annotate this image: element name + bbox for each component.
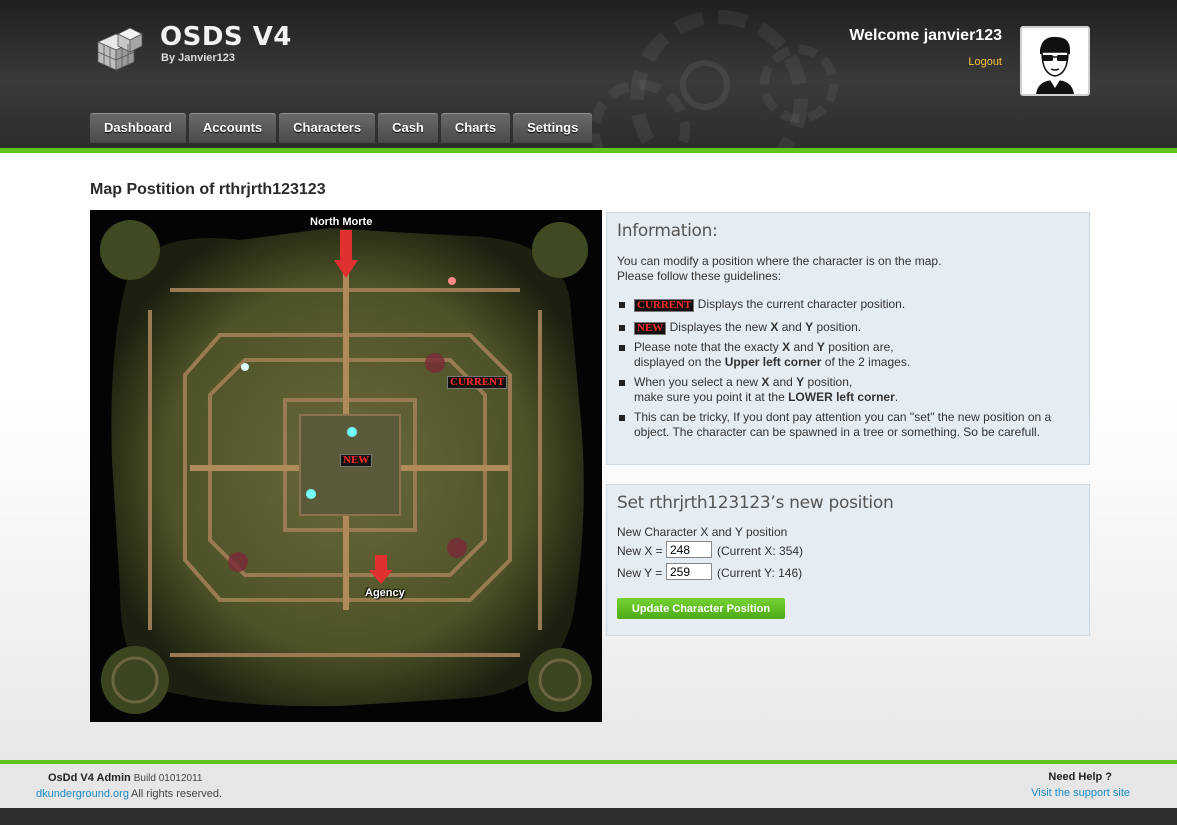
nav-settings[interactable]: Settings	[513, 113, 593, 143]
page-title: Map Postition of rthrjrth123123	[90, 181, 326, 198]
footer-site-link[interactable]: dkunderground.org	[36, 788, 129, 800]
main-nav: Dashboard Accounts Characters Cash Chart…	[90, 113, 593, 143]
guideline-text: Displays the current character position.	[697, 297, 906, 311]
logo-subtitle: By Janvier123	[161, 52, 235, 64]
x-label: X	[770, 320, 779, 334]
nav-dashboard[interactable]: Dashboard	[90, 113, 186, 143]
user-avatar-icon	[1036, 36, 1074, 94]
game-map[interactable]: North Morte Agency CURRENT NEW	[90, 210, 602, 722]
footer-app-name: OsDd V4 Admin	[48, 772, 131, 784]
nav-cash[interactable]: Cash	[378, 113, 438, 143]
set-position-subheading: New Character X and Y position	[617, 525, 788, 539]
map-current-marker: CURRENT	[447, 376, 508, 389]
footer-build: Build 01012011	[133, 773, 203, 784]
information-heading: Information:	[617, 221, 718, 241]
current-tag-sample: CURRENT	[634, 299, 695, 312]
guideline-text: make sure you point it at the	[634, 390, 785, 404]
guidelines-list: CURRENT Displays the current character p…	[619, 297, 1069, 445]
header: OSDS V4 By Janvier123 Welcome janvier123…	[0, 0, 1177, 148]
y-label: Y	[796, 375, 805, 389]
information-intro: You can modify a position where the char…	[617, 254, 941, 284]
logo-title: OSDS V4	[160, 22, 292, 52]
guideline-current: CURRENT Displays the current character p…	[619, 297, 1069, 312]
current-x-text: (Current X: 354)	[717, 544, 804, 558]
footer-bottom-bar	[0, 808, 1177, 825]
guideline-warning: This can be tricky, If you dont pay atte…	[619, 410, 1069, 440]
logout-link[interactable]: Logout	[968, 56, 1002, 68]
guideline-text: position are,	[828, 340, 894, 354]
map-new-marker: NEW	[340, 454, 373, 467]
footer-help-title: Need Help ?	[1048, 771, 1112, 783]
footer-app-info: OsDd V4 Admin Build 01012011	[48, 772, 202, 784]
intro-line-1: You can modify a position where the char…	[617, 254, 942, 268]
new-y-label: New Y =	[617, 566, 663, 580]
gear-hub-icon	[680, 60, 730, 110]
set-position-panel: Set rthrjrth123123’s new position New Ch…	[606, 484, 1090, 636]
logo-cube-icon	[97, 27, 143, 71]
set-position-heading: Set rthrjrth123123’s new position	[617, 493, 894, 513]
guideline-text: Please note that the exacty	[634, 340, 779, 354]
footer-support-link[interactable]: Visit the support site	[1031, 787, 1130, 799]
guideline-text: This can be tricky, If you dont pay atte…	[634, 410, 1052, 439]
guideline-corner-note: Please note that the exacty X and Y posi…	[619, 340, 1069, 370]
nav-characters[interactable]: Characters	[279, 113, 376, 143]
map-label-south: Agency	[365, 587, 405, 599]
guideline-select-note: When you select a new X and Y position, …	[619, 375, 1069, 405]
information-panel: Information: You can modify a position w…	[606, 212, 1090, 465]
guideline-text: Displayes the new	[669, 320, 768, 334]
new-y-input[interactable]	[666, 563, 712, 580]
guideline-text: .	[894, 390, 899, 404]
guideline-text: of the 2 images.	[824, 355, 911, 369]
intro-line-2: Please follow these guidelines:	[617, 269, 782, 283]
update-position-button[interactable]: Update Character Position	[617, 598, 785, 619]
nav-charts[interactable]: Charts	[440, 113, 511, 143]
guideline-text: When you select a new	[634, 375, 759, 389]
small-gear-icon	[760, 45, 838, 123]
footer-rights: All rights reserved.	[131, 788, 223, 800]
guideline-text: position.	[816, 320, 862, 334]
new-x-label: New X =	[617, 544, 663, 558]
guideline-text: and	[772, 375, 793, 389]
welcome-text: Welcome janvier123	[849, 27, 1002, 44]
nav-accounts[interactable]: Accounts	[188, 113, 277, 143]
y-label: Y	[805, 320, 814, 334]
upper-left-corner-text: Upper left corner	[724, 355, 822, 369]
guideline-text: displayed on the	[634, 355, 722, 369]
footer: OsDd V4 Admin Build 01012011 dkundergroun…	[0, 764, 1177, 808]
new-x-input[interactable]	[666, 541, 712, 558]
guideline-text: and	[793, 340, 814, 354]
avatar[interactable]	[1020, 26, 1090, 96]
guideline-text: position,	[807, 375, 853, 389]
guideline-new: NEW Displayes the new X and Y position.	[619, 320, 1069, 335]
lower-left-corner-text: LOWER left corner	[788, 390, 895, 404]
guideline-text: and	[781, 320, 802, 334]
y-label: Y	[816, 340, 825, 354]
new-tag-sample: NEW	[634, 322, 667, 335]
map-label-north: North Morte	[310, 216, 373, 228]
x-label: X	[761, 375, 770, 389]
x-label: X	[782, 340, 791, 354]
current-y-text: (Current Y: 146)	[717, 566, 803, 580]
